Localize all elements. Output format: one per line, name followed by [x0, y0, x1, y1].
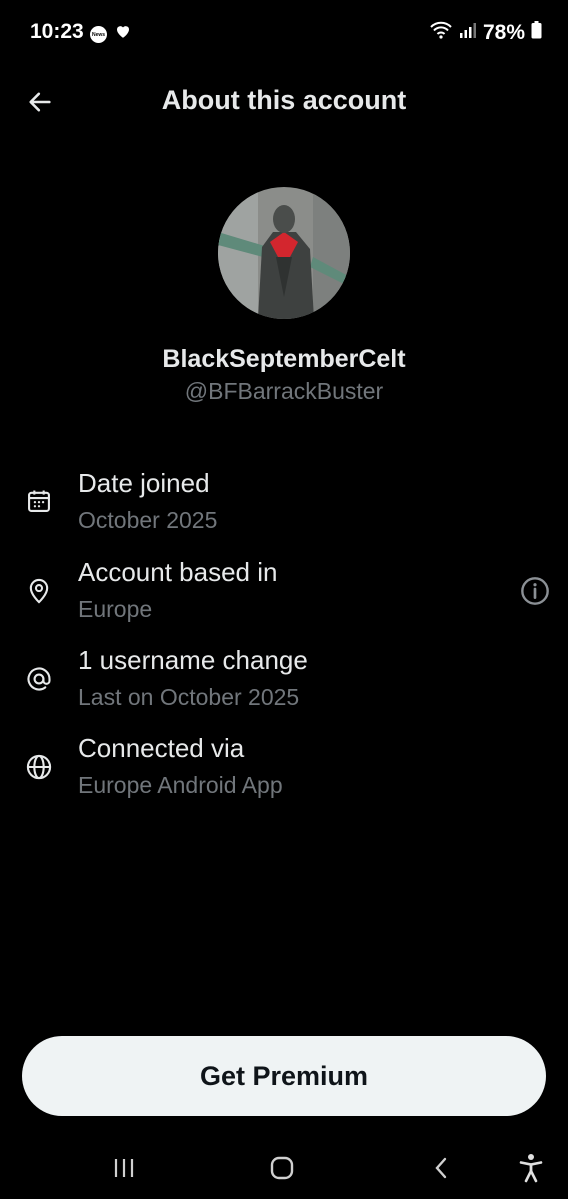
globe-icon	[24, 752, 54, 782]
recent-apps-button[interactable]	[104, 1150, 144, 1186]
status-right: 78%	[429, 20, 542, 45]
connected-via-label: Connected via	[78, 733, 245, 763]
battery-percent: 78%	[482, 20, 525, 44]
username-change-value: Last on October 2025	[78, 684, 300, 710]
signal-icon	[459, 21, 477, 44]
date-joined-value: October 2025	[78, 507, 218, 533]
location-pin-icon	[24, 576, 54, 606]
status-time: 10:23	[30, 20, 84, 43]
wifi-icon	[429, 20, 453, 45]
home-button[interactable]	[262, 1150, 302, 1186]
home-icon	[270, 1156, 294, 1180]
username-handle: @BFBarrackBuster	[184, 378, 384, 404]
at-sign-icon	[24, 664, 54, 694]
display-name: BlackSeptemberCelt	[162, 345, 406, 373]
date-joined-label: Date joined	[78, 468, 210, 498]
connected-via-value: Europe Android App	[78, 772, 283, 798]
battery-icon	[531, 21, 542, 44]
info-icon[interactable]	[519, 575, 551, 607]
recent-apps-icon	[114, 1159, 134, 1177]
avatar[interactable]	[218, 187, 350, 319]
heart-notification-icon	[114, 22, 132, 45]
chevron-left-icon	[435, 1157, 447, 1179]
system-back-button[interactable]	[421, 1150, 461, 1186]
account-based-in-label: Account based in	[78, 557, 278, 587]
get-premium-button[interactable]: Get Premium	[22, 1036, 546, 1116]
accessibility-icon	[519, 1154, 543, 1183]
account-based-in-value: Europe	[78, 596, 153, 622]
username-change-label: 1 username change	[78, 645, 308, 675]
calendar-icon	[24, 486, 54, 516]
news-notification-icon: News	[90, 26, 107, 43]
accessibility-button[interactable]	[511, 1150, 551, 1186]
page-title: About this account	[161, 85, 407, 115]
